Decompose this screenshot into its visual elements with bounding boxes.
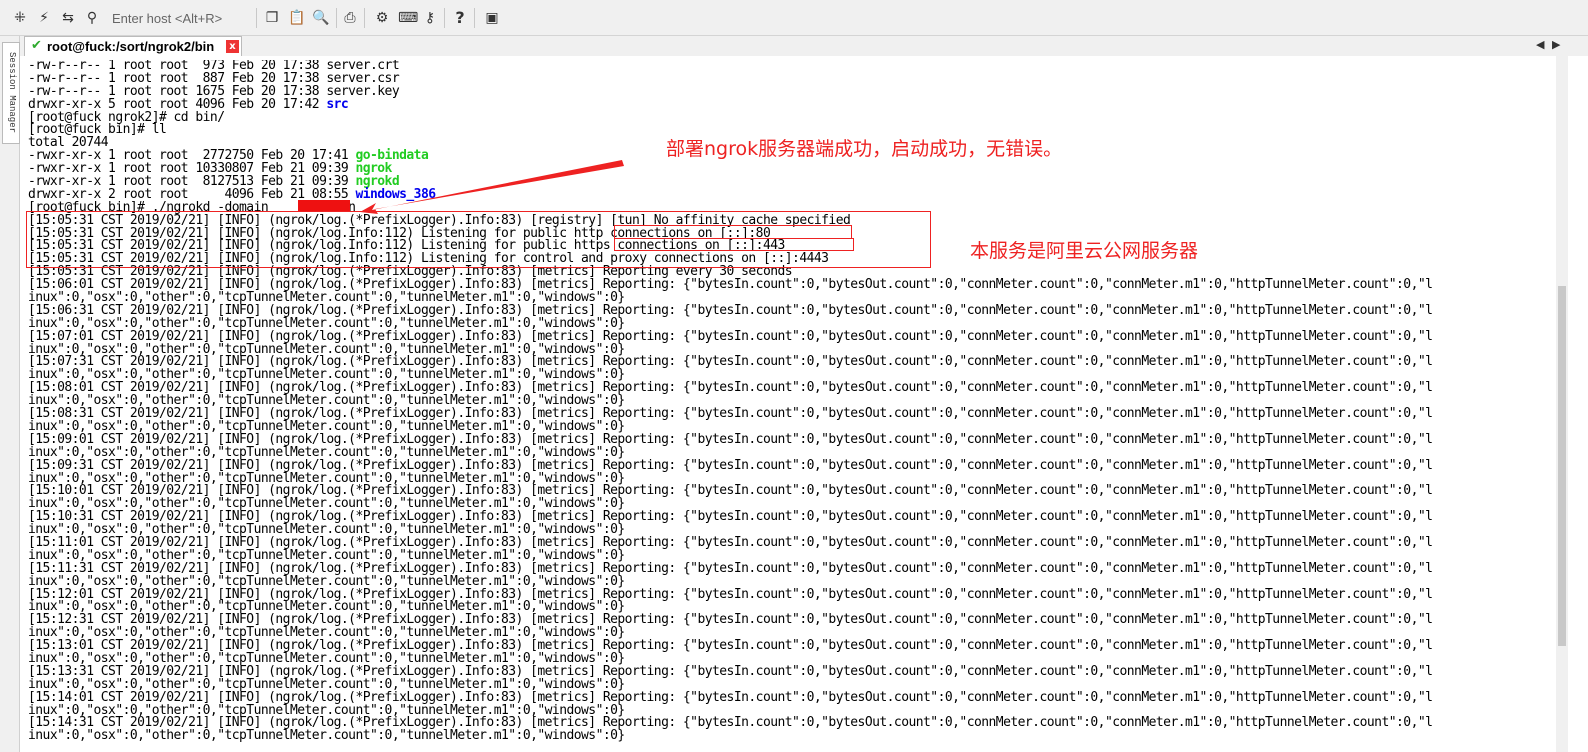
copy-icon[interactable]: ❐ bbox=[264, 10, 280, 26]
reconnect-icon[interactable]: ⇆ bbox=[60, 10, 76, 26]
toolbar-separator bbox=[256, 8, 257, 28]
terminal-line: [root@fuck ngrok2]# cd bin/ bbox=[28, 111, 1554, 125]
annotation-deploy-success: 部署ngrok服务器端成功，启动成功，无错误。 bbox=[666, 138, 1063, 160]
settings-icon[interactable]: ⚙ bbox=[374, 10, 390, 26]
screenshot-icon[interactable]: ▣ bbox=[484, 10, 500, 26]
close-icon[interactable]: x bbox=[226, 40, 239, 53]
terminal-line: inux":0,"osx":0,"other":0,"tcpTunnelMete… bbox=[28, 728, 1554, 744]
terminal-scrollbar[interactable] bbox=[1556, 56, 1568, 752]
find-icon[interactable]: 🔍 bbox=[312, 10, 329, 26]
connect-icon[interactable]: ⚲ bbox=[84, 10, 100, 26]
keymap-icon[interactable]: ⌨ bbox=[398, 10, 418, 26]
sftp-icon[interactable]: ⚷ bbox=[422, 10, 438, 26]
tab-scroll-left-icon[interactable]: ◀ bbox=[1536, 38, 1544, 51]
help-icon[interactable]: ? bbox=[452, 10, 468, 26]
session-manager-panel[interactable]: Session Manager bbox=[0, 36, 20, 752]
terminal-output[interactable]: -rw-r--r-- 1 root root 973 Feb 20 17:38 … bbox=[28, 60, 1554, 752]
check-icon: ✔ bbox=[31, 38, 42, 53]
print-icon[interactable]: ⎙ bbox=[342, 10, 358, 26]
redaction-mark bbox=[298, 200, 350, 211]
line-text: inux":0,"osx":0,"other":0,"tcpTunnelMete… bbox=[28, 728, 625, 744]
toolbar-separator bbox=[336, 8, 337, 28]
quick-connect-icon[interactable]: ⚡ bbox=[36, 10, 52, 26]
toolbar-separator bbox=[364, 8, 365, 28]
annotation-aliyun-server: 本服务是阿里云公网服务器 bbox=[970, 240, 1199, 262]
paste-icon[interactable]: 📋 bbox=[288, 10, 305, 26]
terminal-line: drwxr-xr-x 5 root root 4096 Feb 20 17:42… bbox=[28, 96, 1554, 112]
host-input[interactable] bbox=[108, 8, 256, 28]
tab-title: root@fuck:/sort/ngrok2/bin bbox=[47, 39, 215, 54]
tab-scroll-right-icon[interactable]: ▶ bbox=[1552, 38, 1560, 51]
tab-session[interactable]: ✔ root@fuck:/sort/ngrok2/bin x bbox=[24, 36, 242, 56]
session-manager-label[interactable]: Session Manager bbox=[2, 42, 20, 144]
toolbar-separator bbox=[474, 8, 475, 28]
toolbar-separator bbox=[444, 8, 445, 28]
directory-name: windows_386 bbox=[355, 186, 436, 202]
session-tree-icon[interactable]: ⁜ bbox=[12, 10, 28, 26]
directory-name: src bbox=[326, 96, 349, 112]
tab-bar: ✔ root@fuck:/sort/ngrok2/bin x ◀ ▶ bbox=[20, 36, 1588, 56]
toolbar: ⁜ ⚡ ⇆ ⚲ ❐ 📋 🔍 ⎙ ⚙ ⌨ ⚷ ? ▣ bbox=[0, 0, 1588, 36]
scrollbar-thumb[interactable] bbox=[1558, 286, 1566, 646]
